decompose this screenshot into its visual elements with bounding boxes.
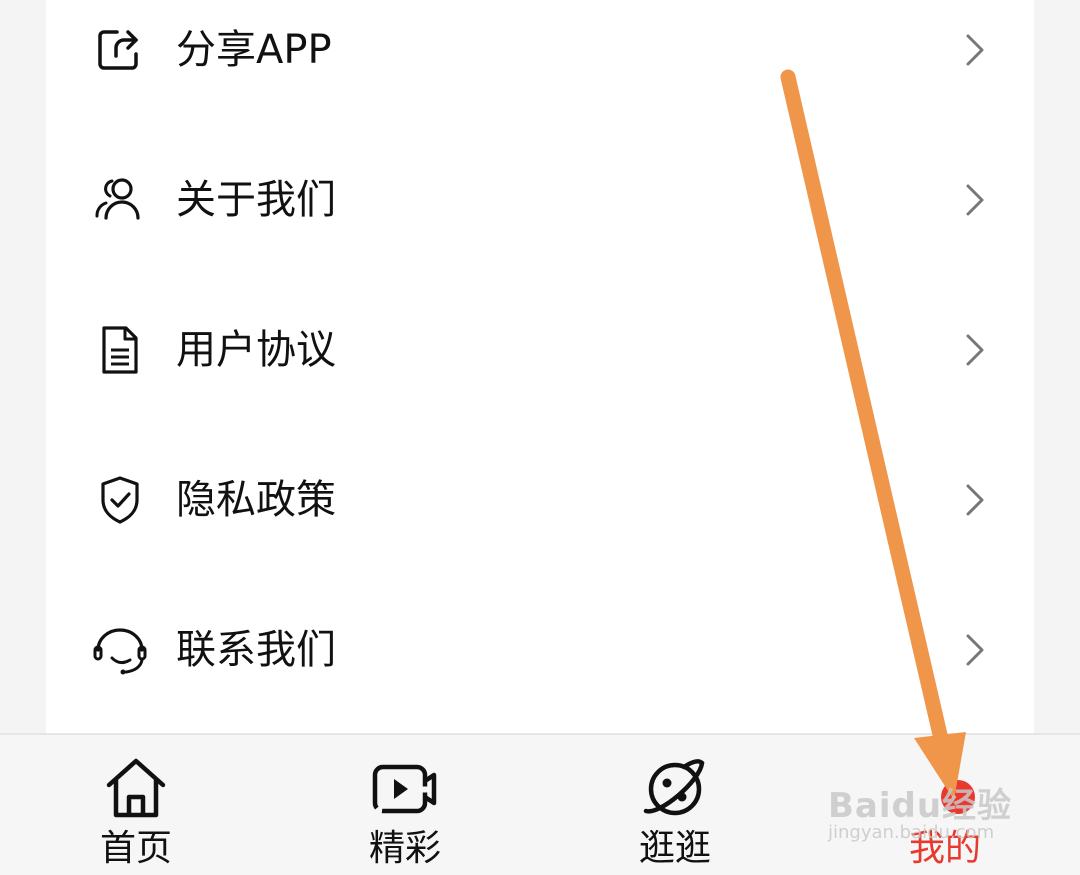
menu-item-label: 用户协议 xyxy=(176,327,336,373)
tab-label: 首页 xyxy=(99,828,172,869)
menu-item-label: 分享APP xyxy=(176,27,332,73)
headset-icon xyxy=(93,628,147,675)
tab-label: 我的 xyxy=(908,828,981,869)
menu-item-privacy-policy[interactable]: 隐私政策 xyxy=(46,425,1034,575)
share-icon xyxy=(98,30,138,70)
tab-label: 逛逛 xyxy=(638,828,711,869)
chevron-right-icon xyxy=(966,634,984,666)
tab-highlights[interactable]: 精彩 xyxy=(325,735,485,875)
menu-item-user-agreement[interactable]: 用户协议 xyxy=(46,275,1034,425)
bottom-tab-bar: 首页 精彩 逛逛 我的 xyxy=(0,733,1080,875)
chevron-right-icon xyxy=(966,34,984,66)
chevron-right-icon xyxy=(966,334,984,366)
menu-item-share-app[interactable]: 分享APP xyxy=(46,0,1034,125)
chevron-right-icon xyxy=(966,484,984,516)
tab-browse[interactable]: 逛逛 xyxy=(595,735,755,875)
document-icon xyxy=(102,326,138,374)
chevron-right-icon xyxy=(966,184,984,216)
shield-check-icon xyxy=(101,476,139,524)
menu-item-contact-us[interactable]: 联系我们 xyxy=(46,575,1034,725)
tab-mine[interactable]: 我的 xyxy=(865,735,1025,875)
menu-item-label: 隐私政策 xyxy=(176,477,336,523)
menu-item-label: 关于我们 xyxy=(176,177,336,223)
profile-icon xyxy=(941,780,975,814)
tab-label: 精彩 xyxy=(368,828,441,869)
video-play-icon xyxy=(372,764,437,814)
tab-home[interactable]: 首页 xyxy=(56,735,216,875)
users-icon xyxy=(95,178,140,220)
menu-item-about-us[interactable]: 关于我们 xyxy=(46,125,1034,275)
home-icon xyxy=(106,758,166,818)
menu-item-label: 联系我们 xyxy=(176,627,336,673)
planet-icon xyxy=(643,759,705,816)
